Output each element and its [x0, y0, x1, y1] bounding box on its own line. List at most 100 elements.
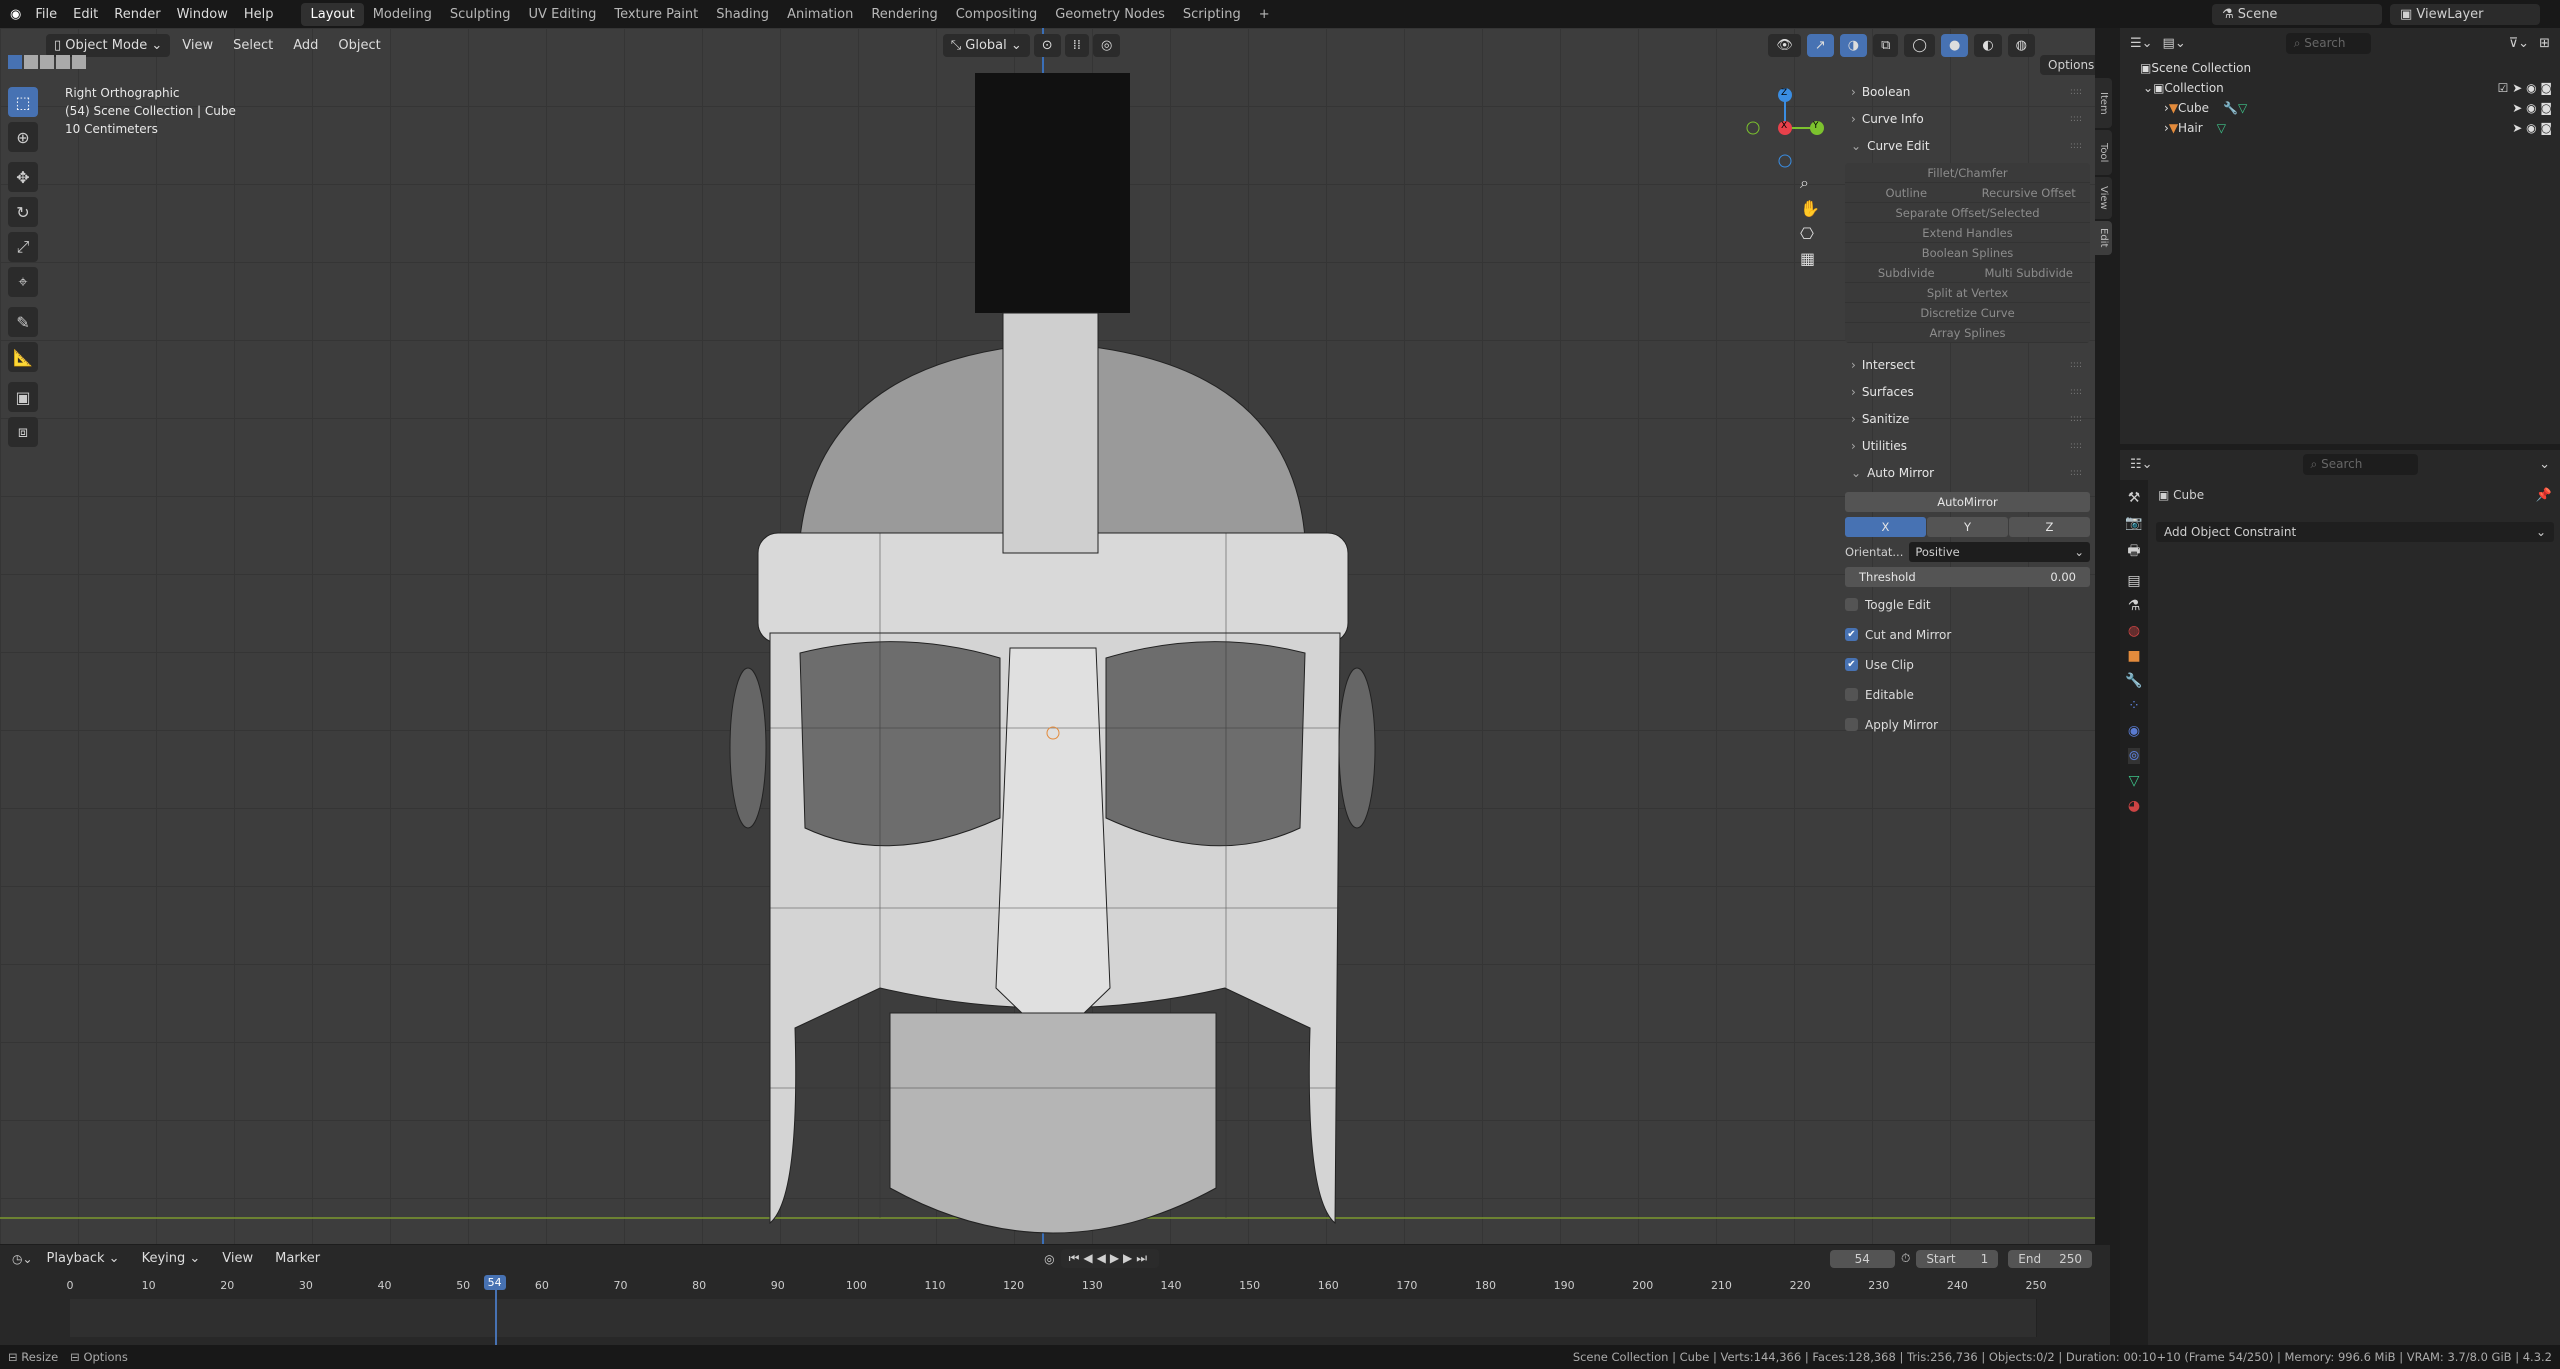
tab-workspace-sculpting[interactable]: Sculpting — [441, 3, 520, 26]
menu-window[interactable]: Window — [169, 7, 236, 22]
tab-workspace-shading[interactable]: Shading — [707, 3, 778, 26]
mesh-data-icon[interactable]: ▽ — [2238, 101, 2247, 115]
tab-workspace-rendering[interactable]: Rendering — [862, 3, 946, 26]
scene-selector[interactable]: ⚗ Scene — [2212, 3, 2382, 25]
data-tab-icon[interactable]: ▽ — [2129, 773, 2140, 789]
add-cube-tool-icon[interactable]: ▣ — [8, 382, 38, 412]
transform-tool-icon[interactable]: ⌖ — [8, 267, 38, 297]
add-object-constraint-dropdown[interactable]: Add Object Constraint ⌄ — [2156, 522, 2554, 542]
extend-handles-button[interactable]: Extend Handles — [1845, 223, 2090, 243]
outliner-scene-collection[interactable]: ▣ Scene Collection — [2120, 58, 2560, 78]
drag-handle-icon[interactable]: :::: — [2070, 87, 2090, 97]
pivot-icon[interactable]: ⊙ — [1033, 33, 1061, 57]
tab-workspace-geometry-nodes[interactable]: Geometry Nodes — [1046, 3, 1174, 26]
cursor-tool-icon[interactable]: ⊕ — [8, 122, 38, 152]
shading-solid-icon[interactable]: ● — [1940, 33, 1969, 57]
use-clip-checkbox[interactable]: ✔ Use Clip — [1845, 652, 2090, 677]
outliner-item-cube[interactable]: › ▼ Cube 🔧 ▽ ➤ ◉ ◙ — [2120, 98, 2560, 118]
blender-logo-icon[interactable]: ◉ — [0, 7, 27, 22]
snap-icon[interactable]: ⁞⁞ — [1064, 33, 1089, 57]
pin-icon[interactable]: 📌 — [2536, 488, 2552, 503]
collection-toggles[interactable]: ☑ ➤ ◉ ◙ — [2498, 81, 2552, 95]
menu-help[interactable]: Help — [236, 7, 282, 22]
shading-rendered-icon[interactable]: ◍ — [2007, 33, 2035, 57]
drag-handle-icon[interactable]: :::: — [2070, 360, 2090, 370]
discretize-curve-button[interactable]: Discretize Curve — [1845, 303, 2090, 323]
physics-tab-icon[interactable]: ◉ — [2128, 723, 2140, 739]
drag-handle-icon[interactable]: :::: — [2070, 468, 2090, 478]
3d-viewport[interactable]: Z Y X ⌕ ✋ ⎔ ▦ Right Orthographic (54) Sc… — [0, 28, 2095, 1244]
camera-view-icon[interactable]: ⎔ — [1800, 224, 1820, 243]
axis-y-toggle[interactable]: Y — [1927, 517, 2008, 537]
panel-auto-mirror[interactable]: ⌄ Auto Mirror:::: — [1845, 459, 2090, 486]
tab-workspace-uv-editing[interactable]: UV Editing — [520, 3, 606, 26]
recursive-offset-button[interactable]: Recursive Offset — [1967, 183, 2090, 203]
subdivide-button[interactable]: Subdivide — [1845, 263, 1968, 283]
orientation-dropdown[interactable]: ⤡ Global ⌄ — [942, 33, 1030, 57]
curves-data-icon[interactable]: ▽ — [2217, 121, 2226, 135]
automirror-button[interactable]: AutoMirror — [1845, 492, 2090, 512]
annotate-tool-icon[interactable]: ✎ — [8, 307, 38, 337]
panel-sanitize[interactable]: › Sanitize:::: — [1845, 405, 2090, 432]
pan-hand-icon[interactable]: ✋ — [1800, 199, 1820, 218]
toggle-edit-checkbox[interactable]: Toggle Edit — [1845, 592, 2090, 617]
playhead-frame-label[interactable]: 54 — [483, 1275, 506, 1290]
axis-x-toggle[interactable]: X — [1845, 517, 1926, 537]
tab-edit[interactable]: Edit — [2095, 221, 2112, 255]
modifier-tab-icon[interactable]: 🔧 — [2125, 673, 2142, 689]
select-new-icon[interactable] — [8, 55, 22, 69]
viewlayer-selector[interactable]: ▣ ViewLayer — [2390, 3, 2540, 25]
scale-tool-icon[interactable]: ⤢ — [8, 232, 38, 262]
navigation-gizmo[interactable]: Z Y X — [1745, 88, 1825, 168]
viewport-menu-view[interactable]: View — [174, 34, 221, 57]
keyframe-area[interactable] — [70, 1299, 2036, 1337]
outline-button[interactable]: Outline — [1845, 183, 1968, 203]
panel-utilities[interactable]: › Utilities:::: — [1845, 432, 2090, 459]
orientation-dropdown[interactable]: Positive ⌄ — [1909, 542, 2090, 562]
particles-tab-icon[interactable]: ⁘ — [2128, 698, 2140, 714]
item-toggles[interactable]: ➤ ◉ ◙ — [2512, 101, 2552, 115]
move-tool-icon[interactable]: ✥ — [8, 162, 38, 192]
threshold-field[interactable]: Threshold 0.00 — [1845, 567, 2090, 587]
display-mode-icon[interactable]: ☰⌄ — [2130, 36, 2153, 51]
drag-handle-icon[interactable]: :::: — [2070, 414, 2090, 424]
add-workspace-button[interactable]: + — [1250, 3, 1279, 26]
viewport-menu-select[interactable]: Select — [225, 34, 281, 57]
tab-workspace-scripting[interactable]: Scripting — [1174, 3, 1250, 26]
tab-workspace-layout[interactable]: Layout — [301, 2, 364, 26]
panel-surfaces[interactable]: › Surfaces:::: — [1845, 378, 2090, 405]
tab-workspace-compositing[interactable]: Compositing — [947, 3, 1047, 26]
drag-handle-icon[interactable]: :::: — [2070, 441, 2090, 451]
outliner-item-hair[interactable]: › ▼ Hair ▽ ➤ ◉ ◙ — [2120, 118, 2560, 138]
tab-workspace-modeling[interactable]: Modeling — [364, 3, 441, 26]
zoom-icon[interactable]: ⌕ — [1800, 173, 1820, 193]
world-tab-icon[interactable]: ◍ — [2128, 623, 2140, 639]
tool-tab-icon[interactable]: ⚒ — [2128, 490, 2141, 506]
tab-tool[interactable]: Tool — [2095, 130, 2112, 175]
array-splines-button[interactable]: Array Splines — [1845, 323, 2090, 343]
visibility-icon[interactable]: 👁 — [1768, 33, 1801, 57]
outliner-collection[interactable]: ⌄ ▣ Collection ☑ ➤ ◉ ◙ — [2120, 78, 2560, 98]
select-invert-icon[interactable] — [56, 55, 70, 69]
object-mode-dropdown[interactable]: ▯ Object Mode ⌄ — [46, 33, 171, 57]
timeline[interactable]: ◷⌄ Playback ⌄ Keying ⌄ View Marker ◎ ⏮◀◀… — [0, 1245, 2110, 1345]
select-box-tool-icon[interactable]: ⬚ — [8, 87, 38, 117]
shading-material-icon[interactable]: ◐ — [1974, 33, 2002, 57]
cut-and-mirror-checkbox[interactable]: ✔ Cut and Mirror — [1845, 622, 2090, 647]
shading-wireframe-icon[interactable]: ◯ — [1904, 33, 1935, 57]
editor-type-icon[interactable]: ☷⌄ — [2130, 457, 2153, 472]
menu-render[interactable]: Render — [106, 7, 168, 22]
item-toggles[interactable]: ➤ ◉ ◙ — [2512, 121, 2552, 135]
constraints-tab-icon[interactable]: ⊚ — [2128, 748, 2140, 764]
viewport-menu-add[interactable]: Add — [285, 34, 326, 57]
scene-tab-icon[interactable]: ⚗ — [2128, 598, 2141, 614]
material-tab-icon[interactable]: ◕ — [2128, 798, 2140, 814]
panel-curve-edit[interactable]: ⌄ Curve Edit:::: — [1845, 132, 2090, 159]
drag-handle-icon[interactable]: :::: — [2070, 114, 2090, 124]
drag-handle-icon[interactable]: :::: — [2070, 141, 2090, 151]
ortho-grid-icon[interactable]: ▦ — [1800, 249, 1820, 268]
filter-icon[interactable]: ⊽⌄ — [2509, 36, 2529, 51]
chevron-down-icon[interactable]: ⌄ — [2143, 81, 2153, 95]
new-collection-icon[interactable]: ⊞ — [2539, 36, 2550, 51]
output-tab-icon[interactable]: 🖶 — [2127, 540, 2140, 564]
